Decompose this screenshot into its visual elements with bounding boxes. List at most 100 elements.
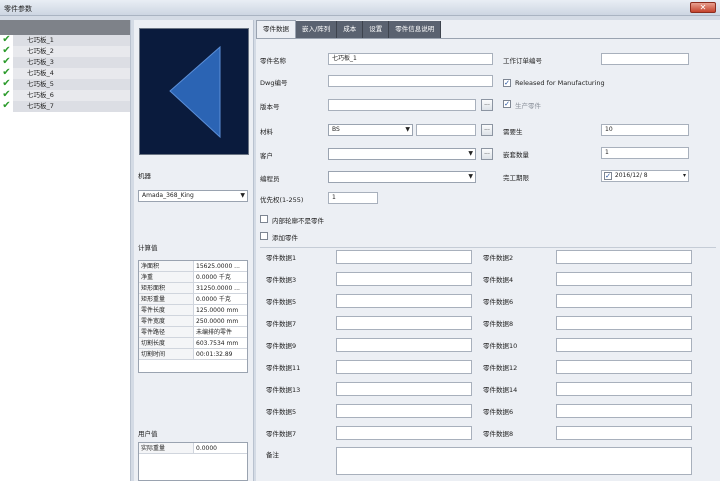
table-row: 零件宽度 250.0000 mm bbox=[139, 316, 247, 327]
chevron-down-icon: ▼ bbox=[405, 126, 410, 133]
drawer-select[interactable]: ▼ bbox=[328, 171, 476, 183]
produce-part-label: 生产零件 bbox=[515, 102, 541, 110]
notes-input[interactable] bbox=[336, 447, 692, 475]
tab-settings[interactable]: 设置 bbox=[363, 21, 390, 38]
thickness-input[interactable] bbox=[416, 124, 476, 136]
table-row: 零件长度 125.0000 mm bbox=[139, 305, 247, 316]
list-item[interactable]: ✔ 七巧板_6 bbox=[0, 89, 130, 101]
row-value: 00:01:32.89 bbox=[196, 351, 233, 358]
user-field-input[interactable] bbox=[556, 294, 692, 308]
machine-select[interactable]: Amada_368_King ▼ bbox=[138, 190, 248, 202]
user-field-label: 零件数据8 bbox=[483, 430, 514, 438]
user-field-input[interactable] bbox=[336, 294, 472, 308]
add-part-checkbox[interactable] bbox=[260, 232, 268, 240]
dwg-input[interactable] bbox=[328, 75, 493, 87]
user-field-label: 零件数据6 bbox=[483, 408, 514, 416]
customer-browse-button[interactable]: ... bbox=[481, 148, 493, 160]
tab-part-info[interactable]: 零件信息说明 bbox=[389, 21, 442, 38]
row-value: 15625.0000 ... bbox=[196, 263, 240, 270]
part-shape-icon bbox=[169, 45, 221, 139]
dwg-label: Dwg编号 bbox=[260, 79, 288, 87]
tab-cost[interactable]: 成本 bbox=[337, 21, 364, 38]
row-key: 净重 bbox=[139, 272, 194, 282]
table-row: 切割时间 00:01:32.89 bbox=[139, 349, 247, 360]
list-item-label: 七巧板_5 bbox=[13, 78, 130, 90]
chevron-down-icon: ▼ bbox=[240, 192, 245, 199]
tab-bar: 零件数据 嵌入/阵列 成本 设置 零件信息说明 bbox=[256, 20, 442, 39]
user-field-input[interactable] bbox=[336, 338, 472, 352]
row-value[interactable]: 0.0000 bbox=[194, 443, 247, 453]
list-item[interactable]: ✔ 七巧板_5 bbox=[0, 78, 130, 90]
due-date-checkbox[interactable]: ✓ bbox=[604, 172, 612, 180]
user-field-input[interactable] bbox=[336, 250, 472, 264]
chevron-down-icon: ▼ bbox=[468, 150, 473, 157]
part-preview bbox=[139, 28, 249, 155]
user-field-label: 零件数据3 bbox=[266, 276, 297, 284]
user-field-input[interactable] bbox=[556, 338, 692, 352]
rev-browse-button[interactable]: ... bbox=[481, 99, 493, 111]
due-date-label: 完工期限 bbox=[503, 174, 529, 182]
user-field-input[interactable] bbox=[336, 360, 472, 374]
part-name-label: 零件名称 bbox=[260, 57, 286, 65]
user-field-label: 零件数据9 bbox=[266, 342, 297, 350]
rev-input[interactable] bbox=[328, 99, 476, 111]
user-field-input[interactable] bbox=[336, 272, 472, 286]
calendar-dropdown-icon[interactable]: ▾ bbox=[683, 171, 686, 181]
user-field-label: 零件数据14 bbox=[483, 386, 518, 394]
part-name-input[interactable]: 七巧板_1 bbox=[328, 53, 493, 65]
add-part-label: 添加零件 bbox=[272, 234, 298, 242]
list-item[interactable]: ✔ 七巧板_7 bbox=[0, 100, 130, 112]
material-select[interactable]: BS ▼ bbox=[328, 124, 413, 136]
priority-input[interactable]: 1 bbox=[328, 192, 378, 204]
user-field-label: 零件数据1 bbox=[266, 254, 297, 262]
tab-embed-array[interactable]: 嵌入/阵列 bbox=[296, 21, 338, 38]
part-info-panel: 机器 Amada_368_King ▼ 计算值 净面积 15625.0000 ..… bbox=[134, 20, 254, 481]
list-item[interactable]: ✔ 七巧板_2 bbox=[0, 45, 130, 57]
qty-label: 需要生 bbox=[503, 128, 523, 136]
user-field-label: 零件数据5 bbox=[266, 298, 297, 306]
list-item[interactable]: ✔ 七巧板_4 bbox=[0, 67, 130, 79]
user-field-input[interactable] bbox=[556, 316, 692, 330]
user-field-input[interactable] bbox=[336, 316, 472, 330]
user-field-label: 零件数据13 bbox=[266, 386, 301, 394]
material-browse-button[interactable]: ... bbox=[481, 124, 493, 136]
user-field-input[interactable] bbox=[556, 360, 692, 374]
released-checkbox[interactable]: ✓ bbox=[503, 79, 511, 87]
user-field-input[interactable] bbox=[556, 426, 692, 440]
user-field-input[interactable] bbox=[336, 426, 472, 440]
due-date-picker[interactable]: ✓ 2016/12/ 8 ▾ bbox=[601, 170, 689, 182]
drawer-label: 编程员 bbox=[260, 175, 280, 183]
produce-part-checkbox[interactable]: ✓ bbox=[503, 100, 511, 108]
check-icon: ✔ bbox=[2, 78, 11, 89]
close-button[interactable]: ✕ bbox=[690, 2, 716, 13]
qty-input[interactable]: 10 bbox=[601, 124, 689, 136]
work-order-input[interactable] bbox=[601, 53, 689, 65]
machine-label: 机器 bbox=[138, 172, 151, 180]
user-field-input[interactable] bbox=[336, 382, 472, 396]
user-field-input[interactable] bbox=[336, 404, 472, 418]
tab-part-data[interactable]: 零件数据 bbox=[256, 20, 296, 39]
user-field-input[interactable] bbox=[556, 272, 692, 286]
window-titlebar: 零件参数 ✕ bbox=[0, 0, 720, 16]
user-field-input[interactable] bbox=[556, 382, 692, 396]
user-field-label: 零件数据7 bbox=[266, 430, 297, 438]
customer-select[interactable]: ▼ bbox=[328, 148, 476, 160]
tab-content: 零件名称 七巧板_1 Dwg编号 版本号 ... 材料 BS ▼ ... 客户 … bbox=[256, 38, 720, 481]
row-key: 矩形重量 bbox=[139, 294, 194, 304]
user-field-label: 零件数据6 bbox=[483, 298, 514, 306]
row-value: 603.7534 mm bbox=[196, 340, 239, 347]
list-item-label: 七巧板_6 bbox=[13, 89, 130, 101]
nest-qty-input[interactable]: 1 bbox=[601, 147, 689, 159]
user-field-label: 零件数据4 bbox=[483, 276, 514, 284]
inner-contour-checkbox[interactable] bbox=[260, 215, 268, 223]
calc-values-grid: 净面积 15625.0000 ... 净重 0.0000 千克 矩形面积 31250.… bbox=[138, 260, 248, 373]
list-item[interactable]: ✔ 七巧板_1 bbox=[0, 34, 130, 46]
work-order-label: 工作订单编号 bbox=[503, 57, 542, 65]
row-key: 实际重量 bbox=[139, 443, 194, 453]
list-item[interactable]: ✔ 七巧板_3 bbox=[0, 56, 130, 68]
row-key: 零件长度 bbox=[139, 305, 194, 315]
user-field-input[interactable] bbox=[556, 404, 692, 418]
user-field-input[interactable] bbox=[556, 250, 692, 264]
machine-value: Amada_368_King bbox=[142, 192, 194, 199]
table-row: 净重 0.0000 千克 bbox=[139, 272, 247, 283]
